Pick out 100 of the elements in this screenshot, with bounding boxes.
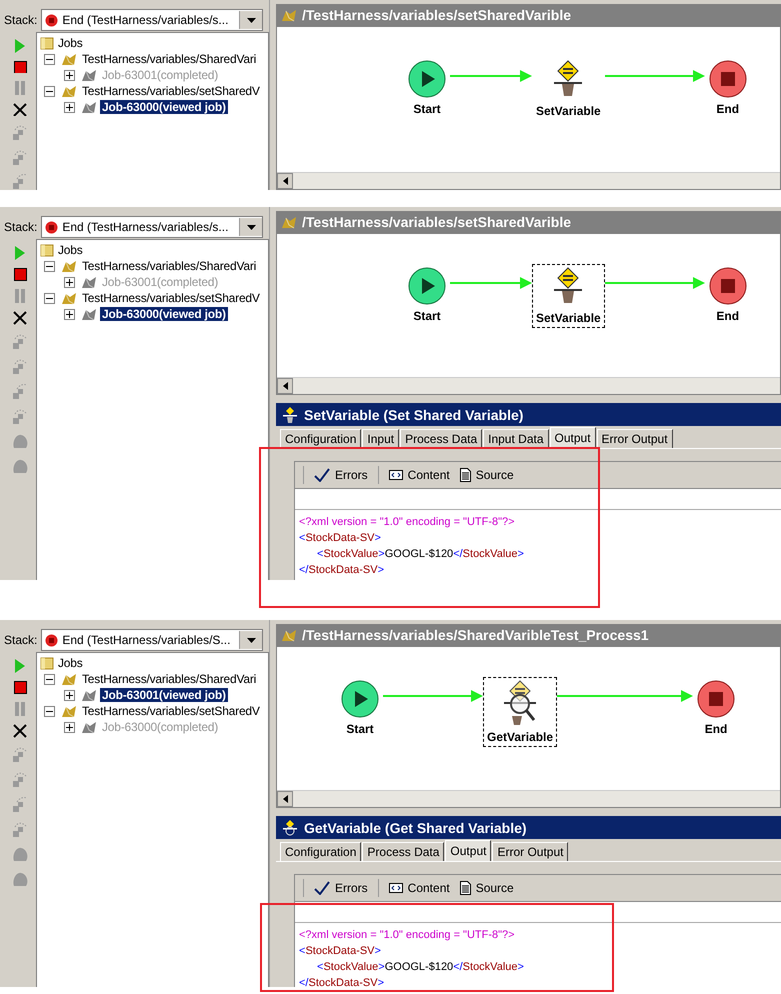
tab[interactable]: Output [445,840,492,861]
stop-icon[interactable] [14,268,26,281]
editor-tool-button[interactable]: Source [460,881,514,895]
job-icon [80,68,98,82]
stop-status-icon [45,220,58,234]
process-title: /TestHarness/variables/setSharedVarible [302,7,571,23]
xml-line: </StockData-SV> [298,564,386,578]
process-icon [60,52,78,66]
tab[interactable]: Process Data [400,429,482,448]
job-icon [80,274,98,290]
expand-toggle[interactable] [64,308,75,320]
process-item[interactable]: TestHarness/variables/setSharedV [80,704,262,718]
xml-line: <StockValue>GOOGL-$120</StockValue> [316,961,525,975]
process-node[interactable]: SetVariable [532,57,605,121]
output-editor[interactable]: Errors Content Source <?xml version = "1.0" encoding = "UTF-8"?> <StockData-SV> <StockValue>GOOGL-$120</StockValue> </StockData-SV> [294,461,781,580]
horizontal-scrollbar[interactable] [277,172,780,189]
close-icon[interactable] [13,724,27,738]
tab[interactable]: Input [362,429,400,448]
stack-value: End (TestHarness/variables/S... [62,633,232,647]
process-title: /TestHarness/variables/SharedVaribleTest_Process1 [302,627,649,643]
job-item[interactable]: Job-63000(viewed job) [100,307,228,321]
tree-root[interactable]: Jobs [56,36,85,50]
process-node[interactable]: SetVariable [532,264,605,328]
output-editor[interactable]: Errors Content Source <?xml version = "1.0" encoding = "UTF-8"?> <StockData-SV> <StockValue>GOOGL-$120</StockValue> </StockData-SV> [294,874,781,987]
editor-tool-button[interactable]: Content [388,468,450,482]
editor-tool-button[interactable]: Source [460,468,514,482]
editor-tool-button[interactable]: Errors [314,881,368,895]
process-icon [60,290,78,306]
tree-root[interactable]: Jobs [56,656,85,670]
process-item[interactable]: TestHarness/variables/SharedVari [80,672,258,686]
job-item[interactable]: Job-63001(viewed job) [100,688,228,702]
close-icon[interactable] [13,102,27,116]
tab[interactable]: Error Output [596,429,673,448]
left-arrow-icon[interactable] [282,382,288,390]
expand-toggle[interactable] [64,690,75,700]
expand-toggle[interactable] [44,706,55,716]
expand-toggle[interactable] [44,86,55,96]
process-item[interactable]: TestHarness/variables/SharedVari [80,259,258,273]
tab[interactable]: Error Output [492,842,568,861]
process-node[interactable]: End [704,264,751,326]
folder-icon [40,243,54,257]
job-icon [80,306,98,322]
content-icon [388,470,403,480]
expand-toggle[interactable] [44,260,55,272]
process-node[interactable]: End [704,57,751,119]
checkmark-icon [314,881,330,895]
expand-toggle[interactable] [44,54,55,64]
process-icon [280,214,298,230]
process-item[interactable]: TestHarness/variables/SharedVari [80,52,258,66]
stack-dropdown[interactable]: End (TestHarness/variables/S... [41,629,263,651]
stop-status-icon [45,634,58,646]
details-title: SetVariable (Set Shared Variable) [304,406,524,422]
process-icon [60,258,78,274]
stack-label: Stack: [4,633,38,647]
play-icon[interactable] [14,658,26,674]
folder-icon [40,36,54,50]
document-icon [460,468,471,482]
process-node[interactable]: Start [404,264,450,326]
stack-dropdown[interactable]: End (TestHarness/variables/s... [41,216,263,238]
close-icon[interactable] [13,311,27,325]
expand-toggle[interactable] [44,674,55,684]
process-item[interactable]: TestHarness/variables/setSharedV [80,291,262,305]
editor-tool-button[interactable]: Content [388,881,450,895]
tab[interactable]: Configuration [280,429,362,448]
content-icon [388,883,403,893]
process-item[interactable]: TestHarness/variables/setSharedV [80,84,262,98]
caret-icon [246,18,256,22]
horizontal-scrollbar[interactable] [277,377,780,394]
tab[interactable]: Configuration [280,842,362,861]
stack-label: Stack: [4,220,38,234]
process-node[interactable]: Start [337,677,383,739]
expand-toggle[interactable] [64,102,75,112]
horizontal-scrollbar[interactable] [277,790,780,807]
process-node[interactable]: End [693,677,740,739]
stack-value: End (TestHarness/variables/s... [62,220,230,234]
caret-icon [246,638,256,642]
left-arrow-icon[interactable] [282,177,288,185]
tree-root[interactable]: Jobs [56,243,85,257]
stop-icon[interactable] [14,681,26,694]
process-node[interactable]: Start [404,57,450,119]
play-icon[interactable] [14,245,26,261]
expand-toggle[interactable] [44,292,55,304]
play-icon[interactable] [14,38,26,54]
get-variable-icon [282,818,298,836]
process-icon [60,84,78,98]
folder-icon [40,656,54,670]
stack-dropdown[interactable]: End (TestHarness/variables/s... [41,9,263,31]
left-arrow-icon[interactable] [282,795,288,803]
tab[interactable]: Process Data [362,842,444,861]
xml-line: <?xml version = "1.0" encoding = "UTF-8"?> [298,929,516,943]
stop-icon[interactable] [14,60,26,74]
process-node[interactable]: GetVariable [483,677,558,747]
editor-tool-button[interactable]: Errors [314,468,368,482]
job-item[interactable]: Job-63000(viewed job) [100,100,228,114]
tab[interactable]: Output [550,427,596,448]
stack-value: End (TestHarness/variables/s... [62,13,230,27]
xml-line: <StockValue>GOOGL-$120</StockValue> [316,548,525,562]
stack-label: Stack: [4,13,38,27]
tab[interactable]: Input Data [483,429,548,448]
document-icon [460,881,471,895]
